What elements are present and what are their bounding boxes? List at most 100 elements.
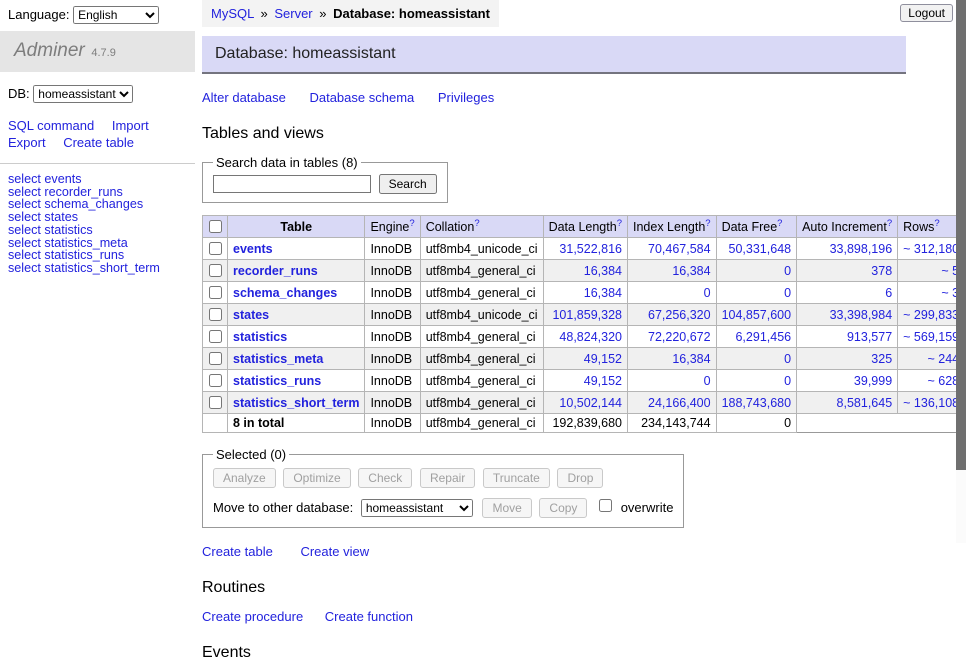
- data-length-link[interactable]: 48,824,320: [559, 330, 622, 344]
- truncate-button[interactable]: Truncate: [483, 468, 550, 488]
- data-free-link[interactable]: 0: [784, 264, 791, 278]
- data-length-link[interactable]: 31,522,816: [559, 242, 622, 256]
- drop-button[interactable]: Drop: [557, 468, 603, 488]
- scrollbar-thumb[interactable]: [956, 0, 966, 470]
- auto-increment-help-link[interactable]: ?: [887, 218, 892, 229]
- create-function-link[interactable]: Create function: [325, 609, 413, 624]
- rows-link[interactable]: ~ 628: [927, 374, 959, 388]
- selected-fieldset: Selected (0) Analyze Optimize Check Repa…: [202, 447, 684, 528]
- app-version: 4.7.9: [91, 47, 115, 59]
- sidebar-link-create-table[interactable]: Create table: [63, 135, 134, 150]
- auto-increment-link[interactable]: 325: [871, 352, 892, 366]
- table-name-link[interactable]: events: [233, 242, 273, 256]
- auto-increment-link[interactable]: 33,898,196: [830, 242, 893, 256]
- sidebar: Language: English Adminer 4.7.9 DB: home…: [0, 0, 195, 275]
- rows-link[interactable]: ~ 312,180: [903, 242, 959, 256]
- sidebar-link-export[interactable]: Export: [8, 135, 46, 150]
- data-length-link[interactable]: 49,152: [584, 352, 622, 366]
- auto-increment-link[interactable]: 913,577: [847, 330, 892, 344]
- data-length-link[interactable]: 10,502,144: [559, 396, 622, 410]
- total-data-length: 192,839,680: [543, 414, 627, 433]
- data-length-link[interactable]: 16,384: [584, 286, 622, 300]
- optimize-button[interactable]: Optimize: [283, 468, 350, 488]
- index-length-link[interactable]: 70,467,584: [648, 242, 711, 256]
- sidebar-link-import[interactable]: Import: [112, 118, 149, 133]
- table-name-link[interactable]: schema_changes: [233, 286, 337, 300]
- table-name-link[interactable]: states: [233, 308, 269, 322]
- data-free-link[interactable]: 188,743,680: [722, 396, 792, 410]
- engine-cell: InnoDB: [365, 348, 420, 370]
- vertical-scrollbar[interactable]: [956, 0, 966, 543]
- data-length-help-link[interactable]: ?: [617, 218, 622, 229]
- auto-increment-link[interactable]: 6: [885, 286, 892, 300]
- sidebar-select-link[interactable]: select: [8, 261, 41, 275]
- auto-increment-link[interactable]: 39,999: [854, 374, 892, 388]
- engine-help-link[interactable]: ?: [409, 218, 414, 229]
- row-checkbox[interactable]: [209, 352, 222, 365]
- row-checkbox[interactable]: [209, 330, 222, 343]
- data-free-link[interactable]: 6,291,456: [735, 330, 791, 344]
- table-name-link[interactable]: statistics_short_term: [233, 396, 359, 410]
- sidebar-table-link[interactable]: statistics_short_term: [44, 261, 159, 275]
- row-checkbox[interactable]: [209, 264, 222, 277]
- auto-increment-link[interactable]: 8,581,645: [837, 396, 893, 410]
- language-select[interactable]: English: [73, 6, 159, 24]
- breadcrumb-server-link[interactable]: Server: [274, 6, 312, 21]
- index-length-link[interactable]: 16,384: [672, 352, 710, 366]
- repair-button[interactable]: Repair: [420, 468, 475, 488]
- row-checkbox[interactable]: [209, 242, 222, 255]
- index-length-link[interactable]: 72,220,672: [648, 330, 711, 344]
- data-free-link[interactable]: 0: [784, 352, 791, 366]
- search-input[interactable]: [213, 175, 371, 193]
- alter-database-link[interactable]: Alter database: [202, 90, 286, 105]
- index-length-link[interactable]: 0: [704, 374, 711, 388]
- row-checkbox[interactable]: [209, 308, 222, 321]
- check-button[interactable]: Check: [358, 468, 412, 488]
- db-select[interactable]: homeassistant: [33, 85, 133, 103]
- create-view-link[interactable]: Create view: [300, 544, 369, 559]
- index-length-link[interactable]: 16,384: [672, 264, 710, 278]
- database-schema-link[interactable]: Database schema: [309, 90, 414, 105]
- move-button[interactable]: Move: [482, 498, 531, 518]
- table-name-link[interactable]: statistics: [233, 330, 287, 344]
- table-name-link[interactable]: statistics_meta: [233, 352, 323, 366]
- search-button[interactable]: Search: [379, 174, 437, 194]
- data-length-link[interactable]: 16,384: [584, 264, 622, 278]
- analyze-button[interactable]: Analyze: [213, 468, 276, 488]
- create-table-link[interactable]: Create table: [202, 544, 273, 559]
- rows-help-link[interactable]: ?: [934, 218, 939, 229]
- table-row: eventsInnoDButf8mb4_unicode_ci31,522,816…: [203, 238, 966, 260]
- data-free-link[interactable]: 0: [784, 286, 791, 300]
- row-checkbox[interactable]: [209, 374, 222, 387]
- select-all-checkbox[interactable]: [209, 220, 222, 233]
- privileges-link[interactable]: Privileges: [438, 90, 494, 105]
- data-free-link[interactable]: 0: [784, 374, 791, 388]
- index-length-link[interactable]: 0: [704, 286, 711, 300]
- data-length-link[interactable]: 101,859,328: [552, 308, 622, 322]
- table-name-link[interactable]: recorder_runs: [233, 264, 318, 278]
- auto-increment-link[interactable]: 33,398,984: [830, 308, 893, 322]
- breadcrumb-mysql-link[interactable]: MySQL: [211, 6, 254, 21]
- table-name-link[interactable]: statistics_runs: [233, 374, 321, 388]
- rows-link[interactable]: ~ 299,833: [903, 308, 959, 322]
- move-database-select[interactable]: homeassistant: [361, 499, 473, 517]
- data-length-link[interactable]: 49,152: [584, 374, 622, 388]
- create-procedure-link[interactable]: Create procedure: [202, 609, 303, 624]
- copy-button[interactable]: Copy: [539, 498, 587, 518]
- data-free-help-link[interactable]: ?: [777, 218, 782, 229]
- index-length-link[interactable]: 24,166,400: [648, 396, 711, 410]
- row-checkbox[interactable]: [209, 286, 222, 299]
- index-length-help-link[interactable]: ?: [705, 218, 710, 229]
- data-free-link[interactable]: 104,857,600: [722, 308, 792, 322]
- sidebar-link-sql-command[interactable]: SQL command: [8, 118, 94, 133]
- rows-link[interactable]: ~ 244: [927, 352, 959, 366]
- auto-increment-link[interactable]: 378: [871, 264, 892, 278]
- logout-button[interactable]: Logout: [900, 4, 953, 22]
- data-free-link[interactable]: 50,331,648: [729, 242, 792, 256]
- row-checkbox[interactable]: [209, 396, 222, 409]
- rows-link[interactable]: ~ 569,159: [903, 330, 959, 344]
- overwrite-checkbox[interactable]: [599, 499, 612, 512]
- collation-help-link[interactable]: ?: [474, 218, 479, 229]
- rows-link[interactable]: ~ 136,108: [903, 396, 959, 410]
- index-length-link[interactable]: 67,256,320: [648, 308, 711, 322]
